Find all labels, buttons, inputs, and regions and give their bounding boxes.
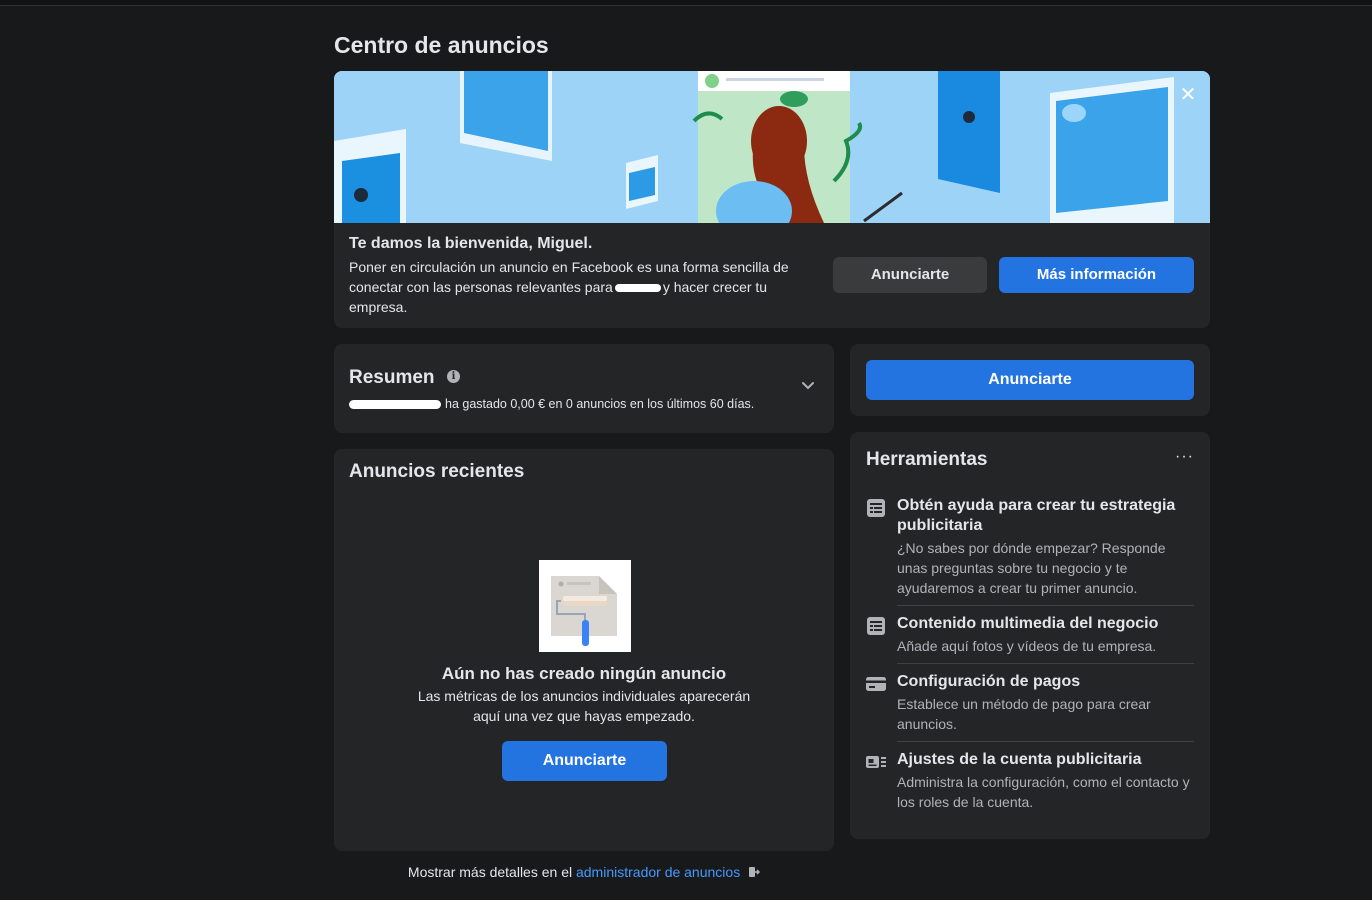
welcome-title: Te damos la bienvenida, Miguel. <box>349 235 593 252</box>
footer-more-details: Mostrar más detalles en el administrador… <box>334 864 834 880</box>
summary-spend-text: ha gastado 0,00 € en 0 anuncios en los ú… <box>445 397 755 411</box>
banner-illustration-art <box>334 71 1210 223</box>
tools-card: Herramientas ··· Obtén ayuda para crear … <box>850 432 1210 839</box>
recent-ads-card: Anuncios recientes Aún no has creado nin… <box>334 449 834 851</box>
tools-title: Herramientas <box>866 449 988 470</box>
redacted-business-name <box>614 284 661 293</box>
advertise-button[interactable]: Anunciarte <box>866 360 1194 400</box>
tool-business-media-title: Contenido multimedia del negocio <box>897 615 1159 632</box>
more-options-icon[interactable]: ··· <box>1175 448 1194 466</box>
tool-ad-account-settings[interactable]: Ajustes de la cuenta publicitaria Admini… <box>866 750 1194 812</box>
document-list-icon <box>867 499 885 517</box>
empty-state-title: Aún no has creado ningún anuncio <box>441 664 727 683</box>
tool-ad-account-settings-title: Ajustes de la cuenta publicitaria <box>897 751 1142 768</box>
tool-divider <box>897 741 1194 742</box>
info-icon[interactable]: i <box>447 370 460 383</box>
credit-card-icon <box>866 677 886 691</box>
tool-business-media-desc: Añade aquí fotos y vídeos de tu empresa. <box>897 638 1157 654</box>
tool-ad-account-settings-desc: Administra la configuración, como el con… <box>897 774 1190 810</box>
tool-payment-settings-title: Configuración de pagos <box>897 673 1081 690</box>
tool-divider <box>897 663 1194 664</box>
tool-divider <box>897 605 1194 606</box>
welcome-banner: ✕ Te damos la bienvenida, Miguel. Poner … <box>334 71 1210 328</box>
summary-card[interactable]: Resumen i ha gastado 0,00 € en 0 anuncio… <box>334 344 834 433</box>
redacted-account-name <box>349 400 441 410</box>
chevron-down-icon[interactable] <box>800 378 816 394</box>
tool-payment-settings[interactable]: Configuración de pagos Establece un méto… <box>866 672 1194 734</box>
paint-roller-art <box>551 576 617 646</box>
summary-text: ha gastado 0,00 € en 0 anuncios en los ú… <box>349 397 754 411</box>
summary-title: Resumen <box>349 367 435 388</box>
recent-ads-title: Anuncios recientes <box>349 461 525 482</box>
recent-advertise-button[interactable]: Anunciarte <box>502 741 667 781</box>
footer-prefix: Mostrar más detalles en el <box>407 864 573 880</box>
tool-payment-settings-desc: Establece un método de pago para crear a… <box>897 696 1151 732</box>
tool-ad-strategy-desc: ¿No sabes por dónde empezar? Responde un… <box>897 540 1166 596</box>
tool-ad-strategy-title: Obtén ayuda para crear tu estrategia pub… <box>897 497 1176 534</box>
empty-state-body: Las métricas de los anuncios individuale… <box>417 688 751 724</box>
paint-roller-illustration-icon <box>539 560 631 652</box>
account-settings-icon <box>866 756 886 768</box>
advertise-card: Anunciarte <box>850 344 1210 416</box>
page-title: Centro de anuncios <box>334 32 549 58</box>
close-banner-icon[interactable]: ✕ <box>1178 85 1198 105</box>
tool-business-media[interactable]: Contenido multimedia del negocio Añade a… <box>866 614 1194 656</box>
banner-advertise-button[interactable]: Anunciarte <box>833 257 987 293</box>
more-info-button[interactable]: Más información <box>999 257 1194 293</box>
browser-top-edge <box>0 0 1372 6</box>
tool-ad-strategy[interactable]: Obtén ayuda para crear tu estrategia pub… <box>866 496 1194 598</box>
external-link-icon[interactable] <box>748 866 761 878</box>
welcome-body: Poner en circulación un anuncio en Faceb… <box>349 257 824 317</box>
banner-illustration: ✕ <box>334 71 1210 223</box>
ads-manager-link[interactable]: administrador de anuncios <box>576 864 740 880</box>
document-list-icon <box>867 617 885 635</box>
